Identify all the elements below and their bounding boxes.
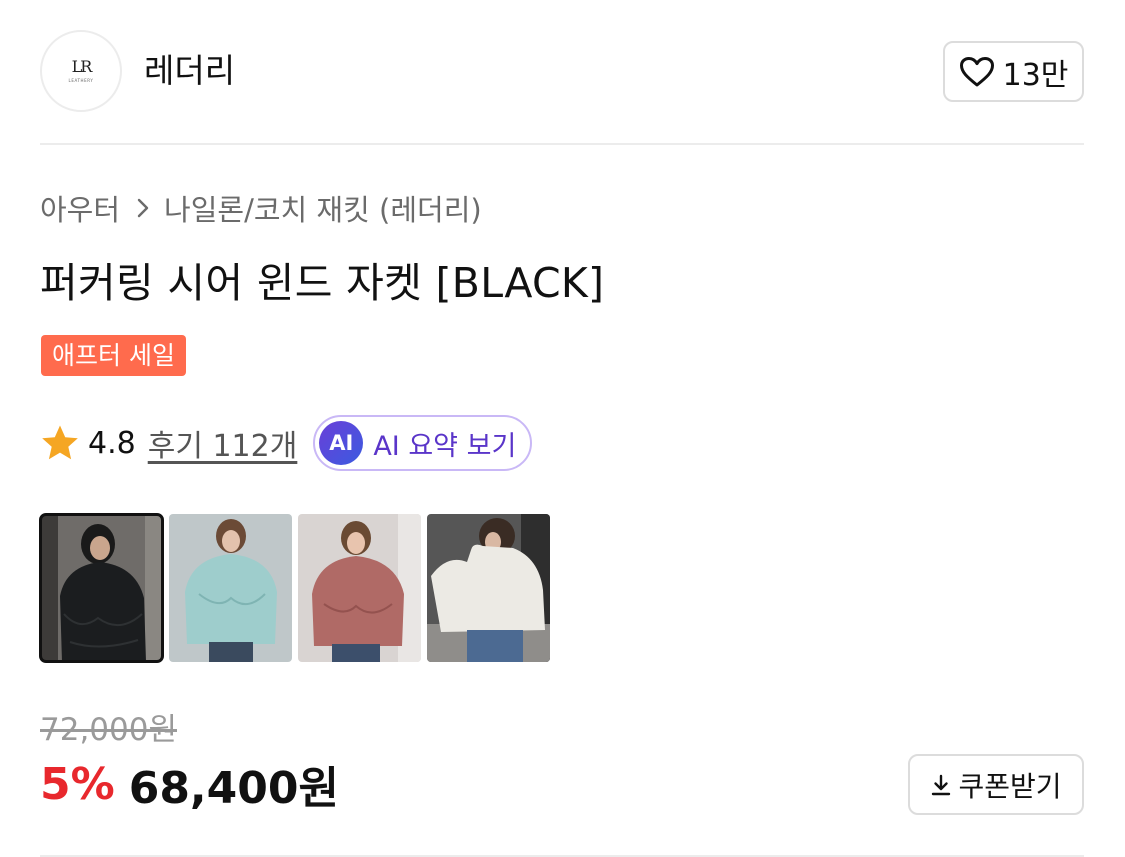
product-thumbnail-white[interactable] — [427, 514, 550, 662]
discount-rate: 5% — [40, 758, 115, 810]
star-icon — [42, 425, 78, 460]
thumbnail-image — [427, 514, 550, 662]
download-icon — [932, 774, 951, 795]
brand-logo-wordmark: LEATHERY — [68, 78, 94, 83]
coupon-label: 쿠폰받기 — [958, 769, 1062, 803]
like-count: 13만 — [1002, 57, 1069, 93]
thumbnail-image — [298, 514, 421, 662]
header-divider — [40, 143, 1084, 145]
heart-icon — [959, 56, 994, 86]
reviews-link[interactable]: 후기 112개 — [148, 421, 298, 465]
thumbnail-strip — [39, 513, 550, 663]
rating-row: 4.8 후기 112개 AI AI 요약 보기 — [40, 414, 533, 472]
coupon-download-button[interactable]: 쿠폰받기 — [908, 754, 1084, 815]
product-thumbnail-mint[interactable] — [169, 514, 292, 662]
price-row: 5% 68,400원 — [40, 753, 339, 815]
ai-summary-button[interactable]: AI AI 요약 보기 — [313, 415, 533, 471]
thumbnail-image — [40, 514, 163, 662]
rating-score: 4.8 — [88, 425, 136, 461]
sale-badge: 애프터 세일 — [41, 335, 186, 376]
sale-price: 68,400원 — [128, 763, 339, 814]
ai-icon: AI — [319, 421, 364, 465]
brand-name[interactable]: 레더리 — [144, 50, 235, 92]
breadcrumb-subcategory[interactable]: 나일론/코치 재킷 (레더리) — [164, 187, 482, 229]
product-thumbnail-black[interactable] — [39, 513, 164, 663]
brand-header: LR LEATHERY 레더리 13만 — [40, 30, 1084, 112]
original-price: 72,000원 — [40, 712, 177, 748]
breadcrumb: 아우터 나일론/코치 재킷 (레더리) — [40, 188, 482, 228]
ai-summary-label: AI 요약 보기 — [373, 430, 517, 462]
product-thumbnail-pink[interactable] — [298, 514, 421, 662]
brand-logo-monogram: LR — [71, 57, 93, 76]
thumbnail-image — [169, 514, 292, 662]
chevron-right-icon — [136, 197, 150, 219]
brand-logo[interactable]: LR LEATHERY — [40, 30, 122, 112]
like-button[interactable]: 13만 — [943, 41, 1084, 102]
breadcrumb-category[interactable]: 아우터 — [40, 187, 120, 229]
product-title: 퍼커링 시어 윈드 자켓 [BLACK] — [40, 259, 605, 307]
